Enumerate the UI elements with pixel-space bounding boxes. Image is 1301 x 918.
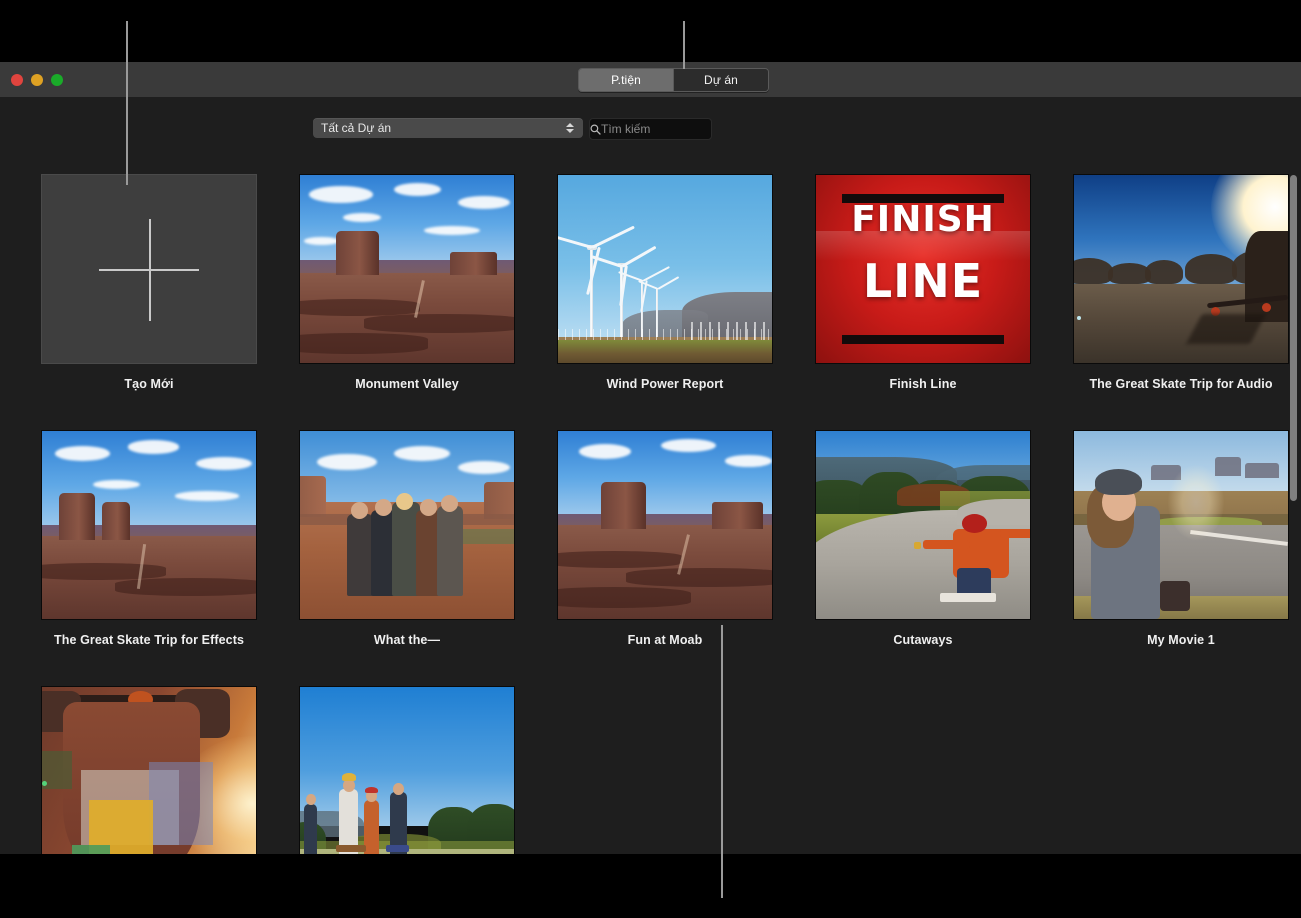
finish-line-text-1: FINISH — [816, 203, 1030, 237]
project-thumbnail[interactable] — [299, 430, 515, 620]
library-filter-value: Tất cả Dự án — [313, 121, 561, 135]
grid-item[interactable]: Wind Power Report — [536, 174, 794, 391]
project-title: My Movie 1 — [1147, 633, 1215, 647]
callout-line-new-project — [126, 21, 128, 185]
project-title: Finish Line — [889, 377, 956, 391]
plus-icon-vertical — [149, 219, 151, 321]
view-mode-segmented-control[interactable]: P.tiện Dự án — [578, 68, 769, 92]
search-field[interactable] — [589, 118, 712, 140]
grid-item[interactable]: Tạo Mới — [20, 174, 278, 391]
grid-item[interactable] — [278, 686, 536, 854]
grid-item[interactable]: The Great Skate Trip for Audio — [1052, 174, 1301, 391]
project-title: What the— — [374, 633, 440, 647]
grid-item[interactable]: What the— — [278, 430, 536, 647]
imovie-window: Tất cả Dự án — [0, 62, 1301, 854]
project-thumbnail[interactable] — [1073, 430, 1289, 620]
grid-item[interactable]: My Movie 1 — [1052, 430, 1301, 647]
project-title: Fun at Moab — [628, 633, 703, 647]
project-thumbnail[interactable] — [557, 430, 773, 620]
callout-line-project-grid — [721, 625, 723, 898]
finish-line-text-2: LINE — [816, 260, 1030, 304]
screen: Tất cả Dự án — [0, 0, 1301, 918]
zoom-button[interactable] — [51, 74, 63, 86]
project-title: The Great Skate Trip for Audio — [1089, 377, 1272, 391]
project-title: Monument Valley — [355, 377, 459, 391]
search-input[interactable] — [601, 122, 756, 136]
vertical-scrollbar[interactable] — [1289, 175, 1298, 854]
project-thumbnail[interactable] — [557, 174, 773, 364]
tab-media[interactable]: P.tiện — [579, 69, 674, 91]
grid-item[interactable]: Cutaways — [794, 430, 1052, 647]
scrollbar-thumb[interactable] — [1290, 175, 1297, 501]
project-title: Wind Power Report — [607, 377, 724, 391]
grid-item[interactable]: FINISH LINE Finish Line — [794, 174, 1052, 391]
new-project-tile[interactable] — [41, 174, 257, 364]
grid-item[interactable] — [20, 686, 278, 854]
library-filter-dropdown[interactable]: Tất cả Dự án — [313, 118, 583, 138]
project-thumbnail[interactable] — [299, 174, 515, 364]
project-thumbnail[interactable] — [41, 430, 257, 620]
window-controls — [11, 74, 63, 86]
project-grid: Tạo Mới — [20, 174, 1301, 854]
search-icon — [590, 124, 601, 135]
grid-item[interactable]: The Great Skate Trip for Effects — [20, 430, 278, 647]
grid-item[interactable]: Fun at Moab — [536, 430, 794, 647]
project-title: Tạo Mới — [124, 377, 173, 391]
chevron-updown-icon — [561, 123, 583, 133]
callout-line-projects-tab — [683, 21, 685, 69]
project-thumbnail[interactable] — [299, 686, 515, 854]
tab-projects[interactable]: Dự án — [674, 69, 768, 91]
project-thumbnail[interactable] — [41, 686, 257, 854]
project-thumbnail[interactable] — [815, 430, 1031, 620]
close-button[interactable] — [11, 74, 23, 86]
project-title: Cutaways — [893, 633, 952, 647]
grid-item[interactable]: Monument Valley — [278, 174, 536, 391]
minimize-button[interactable] — [31, 74, 43, 86]
project-thumbnail[interactable]: FINISH LINE — [815, 174, 1031, 364]
project-thumbnail[interactable] — [1073, 174, 1289, 364]
project-title: The Great Skate Trip for Effects — [54, 633, 244, 647]
project-browser: Tạo Mới — [0, 174, 1301, 854]
